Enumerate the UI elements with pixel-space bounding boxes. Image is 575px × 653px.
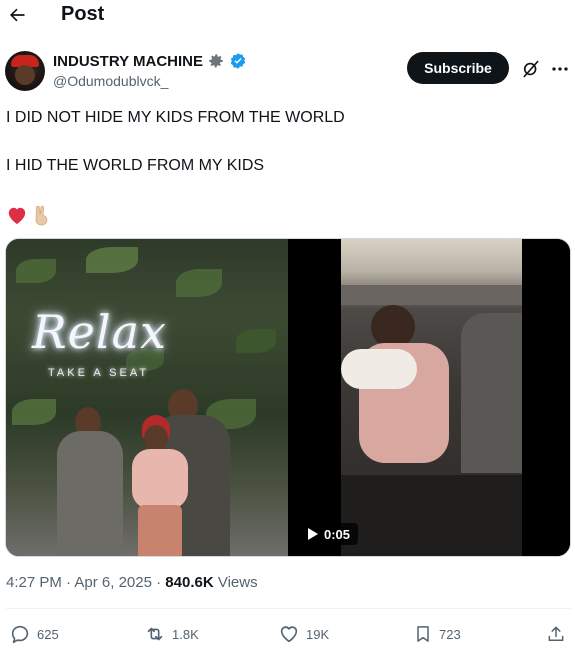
photo-family-relax[interactable]: Relax TAKE A SEAT — [6, 239, 288, 556]
bookmark-button[interactable]: 723 — [413, 623, 461, 645]
reply-count: 625 — [37, 626, 59, 642]
heart-icon — [280, 626, 298, 643]
video-frame — [341, 239, 522, 556]
bookmark-count: 723 — [439, 626, 461, 642]
media-grid: Relax TAKE A SEAT 0:05 — [5, 238, 571, 557]
page-title: Post — [61, 3, 105, 25]
gear-badge-icon — [209, 54, 223, 68]
video-duration: 0:05 — [324, 526, 351, 542]
reply-icon — [11, 625, 29, 644]
person-boy — [51, 407, 131, 556]
subscribe-button[interactable]: Subscribe — [407, 52, 509, 84]
like-count: 19K — [306, 626, 330, 642]
views-count: 840.6K — [165, 574, 214, 591]
video-duration-badge: 0:05 — [300, 523, 359, 545]
neon-sign-subtext: TAKE A SEAT — [48, 367, 150, 379]
red-heart-emoji — [8, 207, 26, 225]
share-icon — [548, 626, 564, 641]
victory-hand-emoji — [35, 205, 48, 226]
verified-badge-icon — [230, 53, 246, 69]
tweet-text-line-2: I HID THE WORLD FROM MY KIDS — [6, 157, 265, 174]
video-player[interactable]: 0:05 — [290, 239, 570, 556]
post-date[interactable]: Apr 6, 2025 — [74, 574, 152, 591]
author-name[interactable]: INDUSTRY MACHINE — [53, 53, 203, 70]
post-time[interactable]: 4:27 PM — [6, 574, 62, 591]
post-header: Post — [0, 0, 575, 30]
views-label: Views — [217, 574, 258, 591]
author-handle[interactable]: @Odumodublvck_ — [53, 73, 168, 89]
neon-sign-text: Relax — [32, 305, 167, 359]
reply-button[interactable]: 625 — [9, 623, 59, 645]
grok-icon — [523, 60, 539, 78]
author-name-row: INDUSTRY MACHINE — [53, 52, 247, 70]
tweet-text-line-1: I DID NOT HIDE MY KIDS FROM THE WORLD — [6, 109, 345, 126]
repost-button[interactable]: 1.8K — [144, 623, 199, 645]
arrow-left-icon — [10, 8, 25, 22]
back-button[interactable] — [4, 2, 30, 28]
grok-button[interactable] — [519, 57, 543, 81]
more-icon — [552, 67, 568, 71]
repost-count: 1.8K — [172, 626, 199, 642]
bookmark-icon — [417, 626, 429, 642]
avatar[interactable] — [5, 51, 45, 91]
person-girl — [126, 415, 196, 556]
divider — [6, 608, 571, 609]
share-button[interactable] — [546, 623, 566, 645]
more-button[interactable] — [549, 57, 571, 81]
post-meta: 4:27 PM · Apr 6, 2025 · 840.6K Views — [6, 574, 258, 591]
like-button[interactable]: 19K — [278, 623, 329, 645]
emoji-row — [6, 204, 52, 226]
play-icon — [308, 528, 318, 540]
repost-icon — [147, 627, 163, 641]
